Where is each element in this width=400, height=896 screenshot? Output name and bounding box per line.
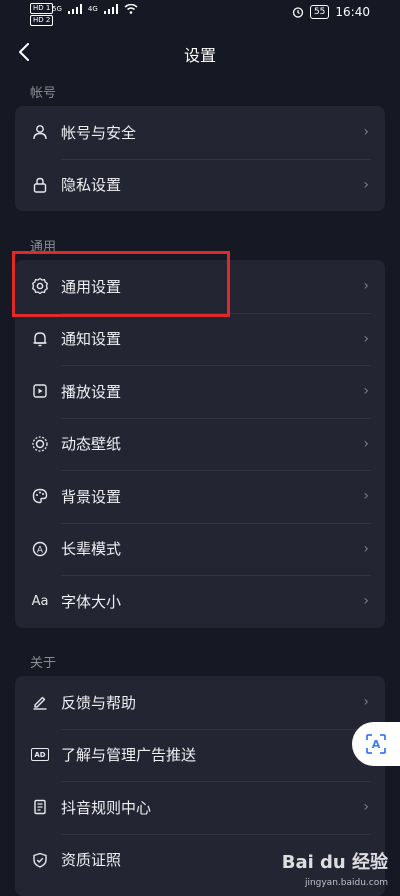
lock-icon: [31, 176, 49, 194]
hd2-badge: HD 2: [30, 15, 54, 26]
chevron-right-icon: ›: [363, 540, 369, 557]
sim-indicators: HD 1 HD 2: [30, 3, 54, 26]
chevron-right-icon: ›: [363, 799, 369, 816]
chevron-right-icon: ›: [363, 124, 369, 141]
menu-item-label: 通知设置: [61, 330, 122, 349]
menu-item-privacy[interactable]: 隐私设置 ›: [15, 158, 385, 212]
floating-scan-button[interactable]: A: [352, 722, 400, 766]
menu-item-label: 反馈与帮助: [61, 693, 137, 712]
menu-item-playback[interactable]: 播放设置 ›: [15, 365, 385, 418]
palette-icon: [31, 487, 49, 505]
wallpaper-icon: [31, 435, 49, 453]
menu-item-label: 帐号与安全: [61, 123, 137, 142]
menu-item-label: 字体大小: [61, 592, 122, 611]
svg-text:A: A: [372, 738, 381, 751]
svg-text:A: A: [37, 545, 44, 555]
menu-item-label: 动态壁纸: [61, 435, 122, 454]
chevron-right-icon: ›: [363, 278, 369, 295]
menu-item-label: 隐私设置: [61, 176, 122, 195]
wifi-icon: [124, 4, 138, 14]
menu-item-notification[interactable]: 通知设置 ›: [15, 312, 385, 366]
menu-item-elder-mode[interactable]: A 长辈模式 ›: [15, 522, 385, 576]
elder-mode-icon: A: [31, 540, 49, 558]
scan-text-icon: A: [366, 734, 386, 754]
chevron-right-icon: ›: [363, 435, 369, 452]
section-label-about: 关于: [30, 656, 57, 671]
alarm-icon: [292, 7, 304, 18]
menu-item-font-size[interactable]: Aa 字体大小 ›: [15, 575, 385, 628]
hd1-badge: HD 1: [30, 3, 54, 14]
menu-item-label: 抖音规则中心: [61, 798, 152, 817]
shield-check-icon: [31, 851, 49, 869]
page-title: 设置: [183, 46, 216, 65]
chevron-right-icon: ›: [363, 593, 369, 610]
highlight-box: [12, 251, 230, 317]
menu-item-label: 背景设置: [61, 487, 122, 506]
signal-icon-2: [103, 4, 118, 14]
menu-item-label: 资质证照: [61, 851, 122, 870]
person-icon: [31, 123, 49, 141]
top-nav-bar: 设置: [0, 30, 400, 74]
watermark-logo: Bai du 经验: [281, 852, 388, 873]
ad-icon: AD: [31, 748, 49, 762]
chevron-right-icon: ›: [363, 330, 369, 347]
network-label-2: 4G: [87, 5, 98, 13]
menu-item-feedback[interactable]: 反馈与帮助 ›: [15, 676, 385, 729]
pencil-icon: [31, 693, 49, 711]
signal-icon: [67, 4, 82, 14]
menu-item-background[interactable]: 背景设置 ›: [15, 470, 385, 523]
font-size-icon: Aa: [31, 593, 49, 609]
clock: 16:40: [335, 5, 370, 19]
menu-item-live-wallpaper[interactable]: 动态壁纸 ›: [15, 417, 385, 471]
menu-item-ad-management[interactable]: AD 了解与管理广告推送 ›: [15, 728, 385, 782]
battery-indicator: 55: [309, 5, 330, 19]
menu-item-label: 了解与管理广告推送: [61, 746, 197, 765]
menu-item-account-security[interactable]: 帐号与安全 ›: [15, 106, 385, 159]
network-label-1: 5G: [52, 5, 62, 13]
watermark-url: jingyan.baidu.com: [304, 878, 388, 888]
account-card: 帐号与安全 › 隐私设置 ›: [15, 106, 385, 211]
bell-icon: [31, 330, 49, 348]
menu-item-rules-center[interactable]: 抖音规则中心 ›: [15, 781, 385, 834]
chevron-right-icon: ›: [363, 383, 369, 400]
chevron-right-icon: ›: [363, 488, 369, 505]
status-bar: HD 1 HD 2 5G 4G 55 16:40: [0, 0, 400, 28]
menu-item-label: 播放设置: [61, 382, 122, 401]
menu-item-label: 长辈模式: [61, 540, 122, 559]
chevron-right-icon: ›: [363, 694, 369, 711]
play-settings-icon: [31, 382, 49, 400]
section-label-account: 帐号: [30, 86, 57, 101]
chevron-right-icon: ›: [363, 176, 369, 193]
document-icon: [31, 798, 49, 816]
